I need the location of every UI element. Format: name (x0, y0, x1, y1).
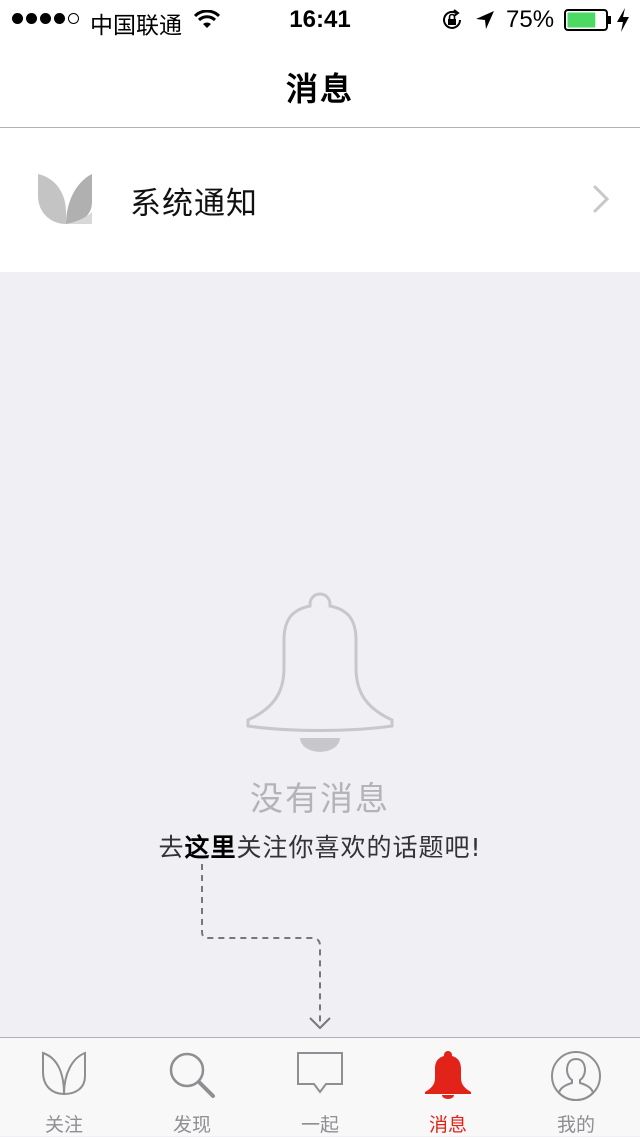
tab-bar: 关注 发现 一起 消息 我的 (0, 1037, 640, 1136)
system-notification-row[interactable]: 系统通知 (0, 128, 640, 272)
hint-prefix: 去 (158, 833, 185, 862)
location-arrow-icon (476, 11, 494, 29)
tab-label: 发现 (172, 1114, 211, 1136)
rotation-lock-icon (443, 9, 461, 29)
bell-outline-icon (246, 592, 394, 752)
chat-bubble-icon (297, 1052, 343, 1094)
tab-profile[interactable]: 我的 (512, 1038, 640, 1136)
page-title: 消息 (285, 70, 354, 108)
search-icon (169, 1052, 215, 1098)
tab-messages[interactable]: 消息 (384, 1038, 512, 1136)
empty-state-hint: 去这里关注你喜欢的话题吧! (0, 828, 640, 864)
tab-follow[interactable]: 关注 (0, 1038, 128, 1136)
chevron-right-icon (593, 185, 610, 213)
charging-bolt-icon (617, 8, 629, 32)
navigation-bar: 消息 (0, 40, 640, 128)
here-link[interactable]: 这里 (184, 833, 236, 862)
tab-label: 消息 (428, 1114, 467, 1136)
empty-state-title: 没有消息 (250, 779, 390, 818)
tab-label: 关注 (44, 1114, 83, 1136)
battery-icon (564, 9, 611, 31)
system-notification-label: 系统通知 (130, 186, 258, 222)
leaf-icon (38, 174, 92, 224)
bell-icon (425, 1051, 471, 1099)
leaf-icon (42, 1051, 86, 1096)
hint-suffix: 关注你喜欢的话题吧! (236, 833, 482, 862)
tab-discover[interactable]: 发现 (128, 1038, 256, 1136)
status-bar: 中国联通 16:41 75% (0, 0, 640, 40)
tab-label: 一起 (300, 1114, 339, 1136)
tab-label: 我的 (556, 1114, 595, 1136)
tab-together[interactable]: 一起 (256, 1038, 384, 1136)
dashed-arrow-icon (201, 864, 331, 1030)
empty-state: 没有消息 去这里关注你喜欢的话题吧! (0, 272, 640, 1037)
profile-icon (551, 1051, 601, 1102)
battery-percent: 75% (506, 6, 555, 33)
